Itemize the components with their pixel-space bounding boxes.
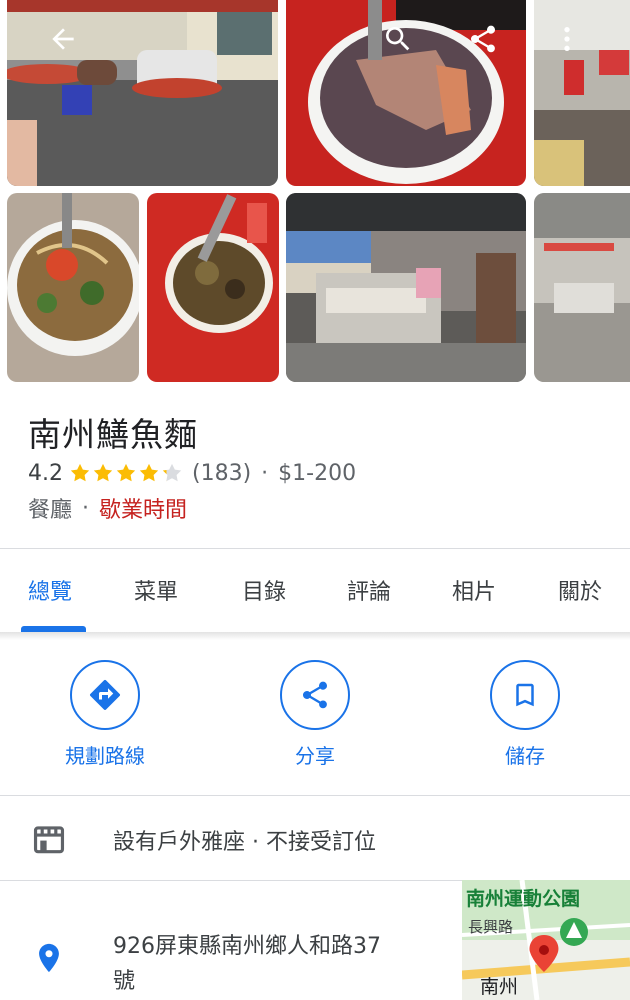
photo-kitchen-counter[interactable] bbox=[286, 193, 526, 382]
star-icon bbox=[162, 463, 182, 482]
hours-status[interactable]: 歇業時間 bbox=[99, 492, 187, 524]
share-button-top[interactable] bbox=[461, 17, 505, 61]
review-count: (183) bbox=[192, 460, 252, 486]
star-icon bbox=[116, 463, 136, 482]
share-icon bbox=[302, 681, 328, 709]
map-town-label: 南州 bbox=[480, 976, 519, 998]
location-pin-icon bbox=[39, 943, 59, 973]
action-buttons: 規劃路線 分享 儲存 bbox=[0, 660, 630, 770]
tab-overview[interactable]: 總覽 bbox=[28, 574, 72, 606]
separator-dot: · bbox=[82, 495, 90, 521]
category-label: 餐廳 bbox=[28, 498, 73, 523]
photo-shop-interior[interactable] bbox=[534, 193, 630, 382]
share-icon bbox=[470, 25, 496, 53]
star-rating bbox=[69, 462, 184, 484]
category-row: 餐廳 · 歇業時間 bbox=[28, 492, 187, 524]
tab-reviews[interactable]: 評論 bbox=[347, 574, 391, 606]
amenities-row[interactable]: 設有戶外雅座 · 不接受訂位 bbox=[0, 796, 630, 880]
photo-gallery[interactable] bbox=[0, 0, 630, 385]
arrow-back-icon bbox=[52, 28, 74, 50]
tab-shadow bbox=[0, 632, 630, 640]
amenities-text: 設有戶外雅座 · 不接受訂位 bbox=[113, 830, 376, 855]
divider bbox=[0, 548, 630, 549]
star-icon bbox=[70, 463, 90, 482]
search-icon bbox=[386, 27, 410, 51]
tab-bar: 總覽 菜單 目錄 評論 相片 關於 bbox=[0, 560, 630, 632]
bookmark-icon bbox=[516, 683, 534, 707]
map-park-label: 南州運動公園 bbox=[466, 888, 581, 910]
directions-label: 規劃路線 bbox=[65, 744, 145, 768]
photo-noodle-bowl[interactable] bbox=[7, 193, 139, 382]
rating-value: 4.2 bbox=[28, 460, 63, 486]
directions-icon bbox=[90, 679, 121, 710]
address-line-2: 號 bbox=[113, 969, 136, 994]
tab-menu[interactable]: 菜單 bbox=[134, 574, 178, 606]
directions-button[interactable]: 規劃路線 bbox=[45, 660, 165, 769]
share-circle bbox=[280, 660, 350, 730]
tab-photos[interactable]: 相片 bbox=[452, 574, 496, 606]
more-options-button[interactable] bbox=[545, 17, 589, 61]
address-line-1: 926屏東縣南州鄉人和路37 bbox=[113, 934, 381, 959]
more-vertical-icon bbox=[564, 27, 570, 51]
separator-dot: · bbox=[261, 460, 269, 486]
photo-eel-plate[interactable] bbox=[147, 193, 279, 382]
map-road-label: 長興路 bbox=[468, 918, 514, 936]
rating-row[interactable]: 4.2 (183) · $1-200 bbox=[28, 458, 356, 488]
star-icon bbox=[139, 463, 159, 482]
back-button[interactable] bbox=[41, 17, 85, 61]
search-button[interactable] bbox=[376, 17, 420, 61]
price-range: $1-200 bbox=[278, 460, 357, 486]
save-button[interactable]: 儲存 bbox=[465, 660, 585, 769]
share-button[interactable]: 分享 bbox=[255, 660, 375, 769]
directions-circle bbox=[70, 660, 140, 730]
place-title: 南州鱔魚麵 bbox=[28, 415, 198, 454]
save-circle bbox=[490, 660, 560, 730]
star-icon bbox=[93, 463, 113, 482]
storefront-icon bbox=[33, 826, 65, 854]
share-label: 分享 bbox=[295, 744, 335, 768]
tab-about[interactable]: 關於 bbox=[558, 574, 602, 606]
map-thumbnail[interactable]: 南州運動公園 長興路 南州 bbox=[462, 880, 630, 1000]
tab-directory[interactable]: 目錄 bbox=[242, 574, 286, 606]
save-label: 儲存 bbox=[505, 744, 545, 768]
